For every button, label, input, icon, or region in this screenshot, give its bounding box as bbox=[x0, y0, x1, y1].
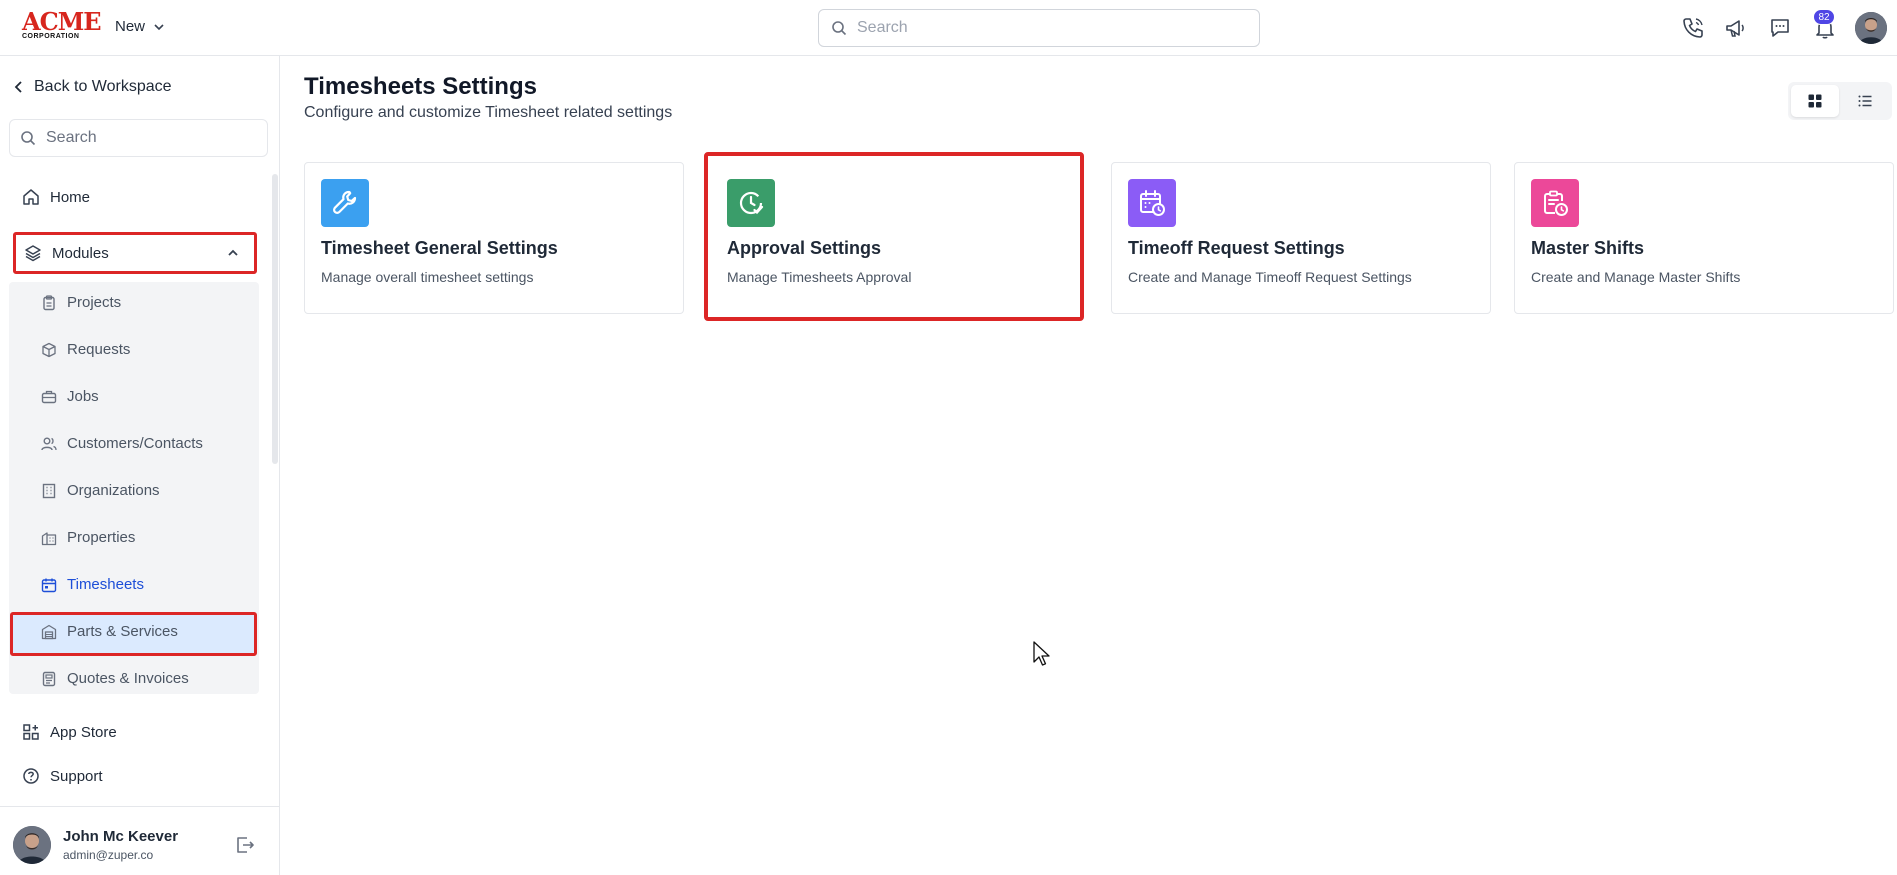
help-circle-icon bbox=[23, 768, 39, 784]
page-title: Timesheets Settings bbox=[304, 73, 537, 100]
modules-label: Modules bbox=[52, 244, 109, 262]
megaphone-icon[interactable] bbox=[1724, 16, 1748, 40]
new-label: New bbox=[115, 18, 146, 35]
sidebar-item-projects[interactable]: Projects bbox=[41, 294, 121, 311]
approval-settings-card[interactable]: Approval Settings Manage Timesheets Appr… bbox=[704, 152, 1084, 321]
chevron-left-icon bbox=[14, 81, 22, 93]
modules-submenu: Projects Requests Jobs Customers/Contact… bbox=[9, 282, 259, 694]
sidebar-item-timesheets[interactable]: Timesheets bbox=[41, 576, 144, 593]
new-menu-button[interactable]: New bbox=[115, 18, 165, 35]
layers-icon bbox=[25, 245, 41, 262]
card-title: Approval Settings bbox=[727, 238, 882, 258]
wrench-icon bbox=[321, 179, 369, 227]
sidebar-item-home[interactable]: Home bbox=[22, 188, 90, 206]
properties-label: Properties bbox=[67, 529, 136, 546]
logo-main-text: ACME bbox=[22, 7, 102, 36]
sidebar-item-app-store[interactable]: App Store bbox=[22, 723, 117, 741]
sidebar-item-jobs[interactable]: Jobs bbox=[41, 388, 99, 405]
support-label: Support bbox=[50, 767, 103, 785]
projects-label: Projects bbox=[67, 294, 122, 311]
sidebar: Back to Workspace Home Modules Projects … bbox=[0, 56, 280, 875]
card-description: Create and Manage Timeoff Request Settin… bbox=[1128, 269, 1412, 285]
sidebar-item-properties[interactable]: Properties bbox=[41, 529, 135, 546]
building-icon bbox=[42, 483, 56, 498]
customers-contacts-label: Customers/Contacts bbox=[67, 435, 203, 452]
clipboard-clock-icon bbox=[1531, 179, 1579, 227]
page-subtitle: Configure and customize Timesheet relate… bbox=[304, 104, 673, 121]
global-search[interactable] bbox=[818, 9, 1260, 47]
view-toggle bbox=[1788, 82, 1892, 120]
sidebar-divider bbox=[0, 806, 280, 807]
box-icon bbox=[42, 342, 56, 357]
back-to-workspace-link[interactable]: Back to Workspace bbox=[14, 78, 172, 96]
timesheet-general-settings-card[interactable]: Timesheet General Settings Manage overal… bbox=[304, 162, 684, 314]
card-title: Master Shifts bbox=[1531, 238, 1645, 258]
acme-logo[interactable]: ACME CORPORATION bbox=[22, 7, 102, 42]
sidebar-item-requests[interactable]: Requests bbox=[41, 341, 130, 358]
notification-badge: 82 bbox=[1813, 9, 1835, 25]
user-avatar[interactable] bbox=[1855, 12, 1887, 44]
grid-view-button[interactable] bbox=[1791, 85, 1839, 117]
sidebar-scrollbar[interactable] bbox=[272, 174, 278, 464]
back-label: Back to Workspace bbox=[34, 78, 172, 95]
clock-check-icon bbox=[727, 179, 775, 227]
timesheets-label: Timesheets bbox=[67, 576, 144, 593]
parts-services-label: Parts & Services bbox=[67, 623, 178, 640]
master-shifts-card[interactable]: Master Shifts Create and Manage Master S… bbox=[1514, 162, 1894, 314]
sidebar-user-avatar[interactable] bbox=[13, 826, 51, 864]
sidebar-item-quotes-invoices[interactable]: Quotes & Invoices bbox=[41, 670, 189, 687]
user-email: admin@zuper.co bbox=[63, 848, 154, 862]
timeoff-request-settings-card[interactable]: Timeoff Request Settings Create and Mana… bbox=[1111, 162, 1491, 314]
briefcase-icon bbox=[41, 390, 57, 403]
app-store-icon bbox=[23, 724, 39, 740]
property-icon bbox=[41, 531, 57, 545]
invoice-icon bbox=[42, 671, 56, 686]
user-name: John Mc Keever bbox=[63, 828, 179, 845]
card-description: Create and Manage Master Shifts bbox=[1531, 269, 1741, 285]
list-view-button[interactable] bbox=[1841, 85, 1889, 117]
requests-label: Requests bbox=[67, 341, 131, 358]
mouse-cursor-icon bbox=[1033, 641, 1050, 666]
calendar-clock-icon bbox=[1128, 179, 1176, 227]
sidebar-item-customers-contacts[interactable]: Customers/Contacts bbox=[41, 435, 203, 452]
card-title: Timesheet General Settings bbox=[321, 238, 558, 258]
jobs-label: Jobs bbox=[67, 388, 99, 405]
app-store-label: App Store bbox=[50, 723, 117, 741]
sidebar-item-parts-services[interactable]: Parts & Services bbox=[41, 623, 178, 640]
warehouse-icon bbox=[41, 624, 57, 639]
sidebar-search-input[interactable] bbox=[46, 129, 256, 147]
home-icon bbox=[23, 189, 39, 205]
top-bar: ACME CORPORATION New 82 bbox=[0, 0, 1897, 56]
chevron-up-icon[interactable] bbox=[226, 246, 240, 260]
home-label: Home bbox=[50, 188, 91, 206]
clipboard-icon bbox=[43, 294, 55, 310]
calendar-icon bbox=[41, 578, 57, 592]
card-description: Manage overall timesheet settings bbox=[321, 269, 534, 285]
phone-icon[interactable] bbox=[1681, 16, 1705, 40]
card-description: Manage Timesheets Approval bbox=[727, 269, 912, 285]
global-search-input[interactable] bbox=[857, 19, 1237, 37]
users-icon bbox=[41, 437, 57, 450]
chevron-down-icon bbox=[154, 23, 164, 30]
sidebar-item-organizations[interactable]: Organizations bbox=[41, 482, 160, 499]
search-icon bbox=[832, 21, 847, 36]
quotes-invoices-label: Quotes & Invoices bbox=[67, 670, 189, 687]
search-icon bbox=[21, 131, 36, 146]
sidebar-item-support[interactable]: Support bbox=[22, 767, 103, 785]
sidebar-search[interactable] bbox=[9, 119, 268, 157]
card-title: Timeoff Request Settings bbox=[1128, 238, 1345, 258]
organizations-label: Organizations bbox=[67, 482, 160, 499]
grid-icon bbox=[1808, 94, 1822, 108]
chat-icon[interactable] bbox=[1768, 16, 1792, 40]
logout-icon[interactable] bbox=[234, 834, 256, 856]
list-icon bbox=[1858, 95, 1872, 107]
sidebar-item-modules[interactable]: Modules bbox=[13, 232, 257, 274]
